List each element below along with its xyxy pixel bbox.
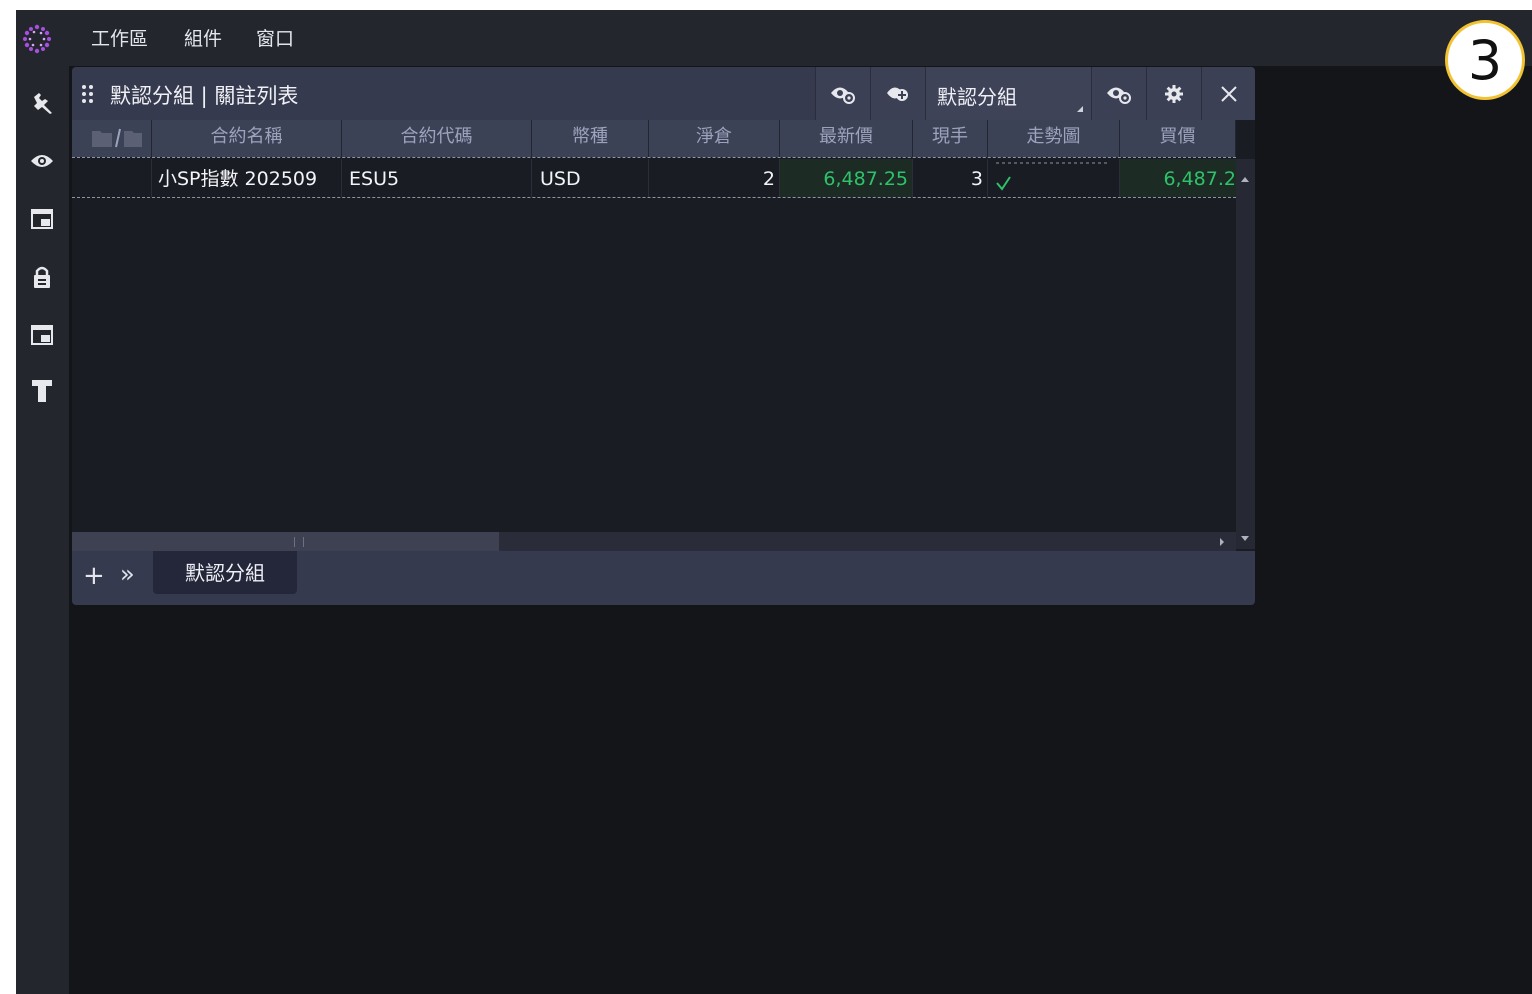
col-currency[interactable]: 幣種: [532, 120, 649, 157]
eye-settings-icon: [831, 87, 855, 104]
header-divider: [72, 157, 1236, 158]
eye-add-icon: [887, 87, 908, 101]
group-select-value: 默認分組: [937, 85, 1017, 109]
cell-currency: USD: [532, 159, 649, 197]
lock-icon[interactable]: [29, 264, 55, 290]
group-select[interactable]: 默認分組: [925, 67, 1091, 120]
dropdown-corner-icon: [1077, 106, 1083, 112]
group-tab-default[interactable]: 默認分組: [153, 551, 297, 594]
add-group-button[interactable]: +: [83, 561, 105, 591]
close-icon: [1220, 85, 1237, 102]
col-net-position[interactable]: 淨倉: [649, 120, 780, 157]
scroll-thumb[interactable]: [72, 532, 499, 551]
cell-volume: 3: [913, 159, 988, 197]
col-bid[interactable]: 買價: [1120, 120, 1236, 157]
gear-icon: [1165, 84, 1183, 103]
more-groups-button[interactable]: »: [120, 560, 135, 588]
eye-settings-icon: [1107, 87, 1131, 104]
eye-add-button[interactable]: [870, 67, 925, 120]
logo-icon: [23, 24, 51, 54]
row-divider: [72, 197, 1236, 198]
thumb-grip-icon: [294, 537, 304, 547]
app-window: 工作區 組件 窗口 默認分組 | 關註列表 默認分組 合約名稱 合約代碼 幣種 …: [16, 10, 1532, 994]
eye-icon[interactable]: [29, 148, 55, 174]
col-volume[interactable]: 現手: [913, 120, 988, 157]
eye-settings-button-2[interactable]: [1091, 67, 1146, 120]
cell-code: ESU5: [342, 159, 532, 197]
eye-settings-button[interactable]: [815, 67, 870, 120]
row-folder-cell: [72, 159, 152, 197]
watchlist-panel: 默認分組 | 關註列表 默認分組 合約名稱 合約代碼 幣種 淨倉 最新價 現手 …: [72, 67, 1255, 605]
folder-icon: [91, 128, 142, 148]
table-row[interactable]: 小SP指數 202509 ESU5 USD 2 6,487.25 3 6,487…: [72, 159, 1236, 197]
table-header: 合約名稱 合約代碼 幣種 淨倉 最新價 現手 走勢圖 買價: [72, 120, 1236, 157]
wrench-icon[interactable]: [29, 90, 55, 116]
cell-trend: [988, 159, 1120, 197]
scroll-right-icon[interactable]: [1220, 538, 1224, 546]
col-code[interactable]: 合約代碼: [342, 120, 532, 157]
col-trend[interactable]: 走勢圖: [988, 120, 1120, 157]
menu-workspace[interactable]: 工作區: [91, 24, 148, 51]
window-lock-icon[interactable]: [29, 322, 55, 348]
text-icon[interactable]: [29, 378, 55, 404]
settings-button[interactable]: [1146, 67, 1201, 120]
panel-header[interactable]: 默認分組 | 關註列表 默認分組: [72, 67, 1255, 120]
trend-sparkline: [996, 162, 1108, 191]
horizontal-scrollbar[interactable]: [72, 532, 1236, 551]
menu-window[interactable]: 窗口: [256, 24, 294, 51]
cell-bid: 6,487.2: [1120, 159, 1236, 197]
scroll-up-icon[interactable]: [1241, 177, 1249, 182]
col-folder[interactable]: [72, 120, 152, 157]
step-badge: 3: [1445, 20, 1525, 100]
panel-title: 默認分組 | 關註列表: [110, 84, 299, 108]
menu-bar: 工作區 組件 窗口: [16, 10, 1532, 66]
col-last-price[interactable]: 最新價: [780, 120, 913, 157]
cell-last-price: 6,487.25: [780, 159, 913, 197]
grip-icon[interactable]: [81, 83, 95, 105]
close-button[interactable]: [1201, 67, 1255, 120]
cell-name: 小SP指數 202509: [152, 159, 342, 197]
col-name[interactable]: 合約名稱: [152, 120, 342, 157]
menu-components[interactable]: 組件: [184, 24, 222, 51]
cell-net-position: 2: [649, 159, 780, 197]
scroll-down-icon[interactable]: [1241, 536, 1249, 541]
vertical-scrollbar[interactable]: [1236, 159, 1255, 549]
window-lock-icon[interactable]: [29, 206, 55, 232]
left-toolbar: [16, 66, 69, 994]
panel-footer: + » 默認分組: [72, 551, 1255, 605]
